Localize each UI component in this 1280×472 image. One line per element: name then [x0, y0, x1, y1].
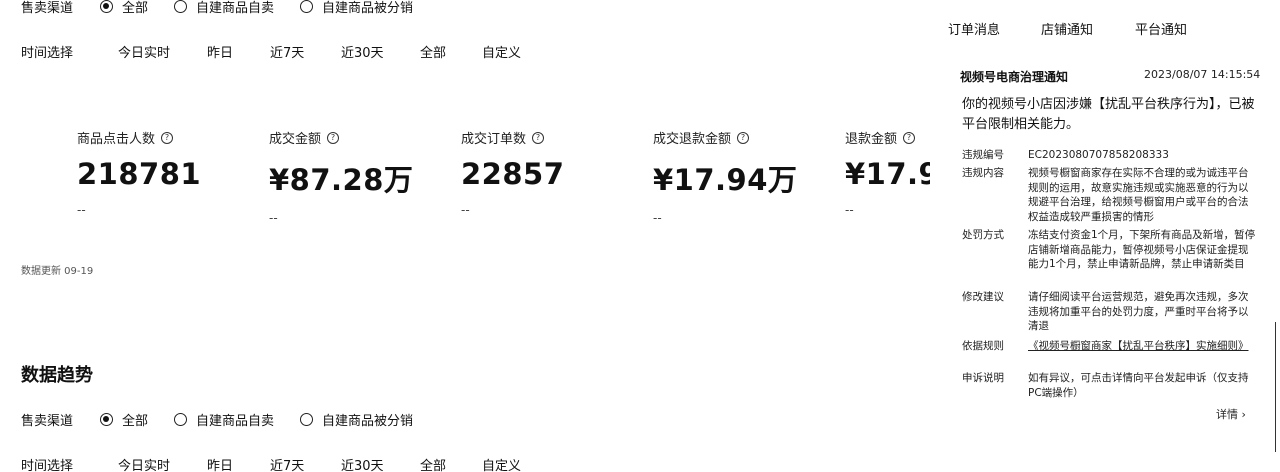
- trend-channel-radio-all-label: 全部: [122, 413, 149, 429]
- notice-detail-key: 申诉说明: [962, 372, 1004, 384]
- metric-label: 成交金额 ?: [269, 128, 449, 147]
- channel-radio-self-sell-label: 自建商品自卖: [196, 0, 275, 16]
- channel-radio-distributed-label: 自建商品被分销: [322, 0, 414, 16]
- metric-label: 退款金额 ?: [845, 128, 930, 147]
- notice-detail-row: 违规内容 视频号橱窗商家存在实际不合理的或为诚违平台规则的运用，故意实施违规或实…: [962, 166, 1262, 224]
- time-filter-row: 时间选择 今日实时 昨日 近7天 近30天 全部 自定义: [0, 39, 930, 63]
- metric-value: 22857: [461, 157, 565, 191]
- question-circle-icon[interactable]: ?: [903, 131, 916, 144]
- metric-card: 商品点击人数 ? 218781 --: [77, 128, 257, 217]
- tab-platform-notices[interactable]: 平台通知: [1135, 19, 1187, 38]
- notice-detail-row: 依据规则 《视频号橱窗商家【扰乱平台秩序】实施细则》: [962, 339, 1262, 354]
- notice-headline: 你的视频号小店因涉嫌【扰乱平台秩序行为】，已被平台限制相关能力。: [962, 97, 1255, 132]
- trend-channel-filter-label: 售卖渠道: [21, 413, 74, 429]
- trend-time-filter-label: 时间选择: [21, 458, 74, 472]
- question-circle-icon[interactable]: ?: [327, 131, 340, 144]
- trend-channel-radio-self-sell[interactable]: 自建商品自卖: [174, 410, 274, 429]
- channel-filter-label: 售卖渠道: [21, 0, 74, 16]
- notice-detail-value: 请仔细阅读平台运营规范，避免再次违规，多次违规将加重平台的处罚力度，严重时平台将…: [1028, 291, 1249, 332]
- notice-detail-value: 如有异议，可点击详情向平台发起申诉（仅支持PC端操作）: [1028, 372, 1249, 399]
- notice-detail-key: 处罚方式: [962, 229, 1004, 241]
- trend-time-option-today[interactable]: 今日实时: [118, 455, 170, 472]
- metric-label: 商品点击人数 ?: [77, 128, 257, 147]
- radio-unchecked-icon: [300, 412, 314, 426]
- trend-time-option-custom[interactable]: 自定义: [482, 455, 521, 472]
- time-filter-label: 时间选择: [21, 45, 74, 61]
- trend-channel-radio-group: 全部 自建商品自卖 自建商品被分销: [100, 410, 439, 429]
- channel-radio-self-sell[interactable]: 自建商品自卖: [174, 0, 274, 16]
- time-option-all[interactable]: 全部: [420, 42, 446, 61]
- notice-detail-row: 申诉说明 如有异议，可点击详情向平台发起申诉（仅支持PC端操作）: [962, 371, 1262, 400]
- notice-detail-link[interactable]: 详情 ›: [1216, 406, 1246, 422]
- question-circle-icon[interactable]: ?: [161, 131, 174, 144]
- notice-title: 视频号电商治理通知: [960, 70, 1069, 84]
- question-circle-icon[interactable]: ?: [532, 131, 545, 144]
- trend-channel-filter-row: 售卖渠道 全部 自建商品自卖 自建商品被分销: [0, 407, 930, 431]
- radio-checked-icon: [100, 0, 113, 13]
- notice-detail-value: EC2023080707858208333: [1028, 149, 1169, 161]
- metric-label-text: 成交退款金额: [653, 132, 732, 147]
- trend-channel-radio-self-sell-label: 自建商品自卖: [196, 413, 275, 429]
- channel-radio-all-label: 全部: [122, 0, 149, 16]
- notice-timestamp: 2023/08/07 14:15:54: [1144, 68, 1261, 81]
- radio-checked-icon: [100, 412, 113, 426]
- metric-card: 成交金额 ? ¥87.28万 --: [269, 128, 449, 225]
- notice-detail-value: 视频号橱窗商家存在实际不合理的或为诚违平台规则的运用，故意实施违规或实施恶意的行…: [1028, 167, 1249, 223]
- notice-detail-row: 处罚方式 冻结支付资金1个月，下架所有商品及新增，暂停店铺新增商品能力，暂停视频…: [962, 228, 1262, 272]
- metric-compare: --: [845, 203, 854, 217]
- metric-label: 成交退款金额 ?: [653, 128, 833, 147]
- time-option-7days[interactable]: 近7天: [270, 42, 304, 61]
- radio-unchecked-icon: [300, 0, 314, 13]
- trend-time-filter-row: 时间选择 今日实时 昨日 近7天 近30天 全部 自定义: [0, 452, 930, 472]
- metric-card: 成交订单数 ? 22857 --: [461, 128, 641, 217]
- metric-compare: --: [461, 203, 470, 217]
- notice-detail-key: 依据规则: [962, 340, 1004, 352]
- metric-card: 成交退款金额 ? ¥17.94万 --: [653, 128, 833, 225]
- rule-link[interactable]: 《视频号橱窗商家【扰乱平台秩序】实施细则》: [1028, 339, 1256, 354]
- channel-filter-row: 售卖渠道 全部 自建商品自卖 自建商品被分销: [0, 0, 930, 18]
- metric-value: ¥17.94: [845, 157, 930, 191]
- notice-detail-key: 违规内容: [962, 167, 1004, 179]
- trend-channel-radio-all[interactable]: 全部: [100, 410, 148, 429]
- radio-unchecked-icon: [174, 0, 188, 13]
- question-circle-icon[interactable]: ?: [737, 131, 750, 144]
- time-option-today[interactable]: 今日实时: [118, 42, 170, 61]
- channel-radio-all[interactable]: 全部: [100, 0, 148, 16]
- scrollbar[interactable]: [1275, 322, 1279, 452]
- data-update-time: 数据更新 09-19: [21, 266, 94, 277]
- time-option-custom[interactable]: 自定义: [482, 42, 521, 61]
- trend-time-option-yesterday[interactable]: 昨日: [207, 455, 233, 472]
- trend-section-title: 数据趋势: [21, 365, 93, 386]
- channel-radio-distributed[interactable]: 自建商品被分销: [300, 0, 413, 16]
- trend-channel-radio-distributed-label: 自建商品被分销: [322, 413, 414, 429]
- channel-radio-group: 全部 自建商品自卖 自建商品被分销: [100, 0, 439, 16]
- radio-unchecked-icon: [174, 412, 188, 426]
- time-option-yesterday[interactable]: 昨日: [207, 42, 233, 61]
- trend-channel-radio-distributed[interactable]: 自建商品被分销: [300, 410, 413, 429]
- metric-label-text: 成交金额: [269, 132, 322, 147]
- metric-card: 退款金额 ? ¥17.94 --: [845, 128, 930, 217]
- notice-detail-value: 冻结支付资金1个月，下架所有商品及新增，暂停店铺新增商品能力，暂停视频号小店保证…: [1028, 229, 1256, 270]
- notice-detail-row: 修改建议 请仔细阅读平台运营规范，避免再次违规，多次违规将加重平台的处罚力度，严…: [962, 290, 1262, 334]
- metric-compare: --: [653, 211, 662, 225]
- metric-value: ¥17.94万: [653, 163, 798, 197]
- metric-label: 成交订单数 ?: [461, 128, 641, 147]
- notice-detail-key: 修改建议: [962, 291, 1004, 303]
- metric-value: 218781: [77, 157, 202, 191]
- trend-time-option-30days[interactable]: 近30天: [341, 455, 384, 472]
- metric-label-text: 成交订单数: [461, 132, 527, 147]
- trend-time-option-7days[interactable]: 近7天: [270, 455, 304, 472]
- metric-compare: --: [269, 211, 278, 225]
- metric-label-text: 商品点击人数: [77, 132, 156, 147]
- tab-order-messages[interactable]: 订单消息: [948, 19, 1000, 38]
- notice-detail-key: 违规编号: [962, 149, 1004, 161]
- time-option-30days[interactable]: 近30天: [341, 42, 384, 61]
- notice-detail-row: 违规编号 EC2023080707858208333: [962, 148, 1262, 163]
- trend-time-option-all[interactable]: 全部: [420, 455, 446, 472]
- metric-compare: --: [77, 203, 86, 217]
- metric-value: ¥87.28万: [269, 163, 414, 197]
- metric-label-text: 退款金额: [845, 132, 898, 147]
- tab-store-notices[interactable]: 店铺通知: [1041, 19, 1093, 38]
